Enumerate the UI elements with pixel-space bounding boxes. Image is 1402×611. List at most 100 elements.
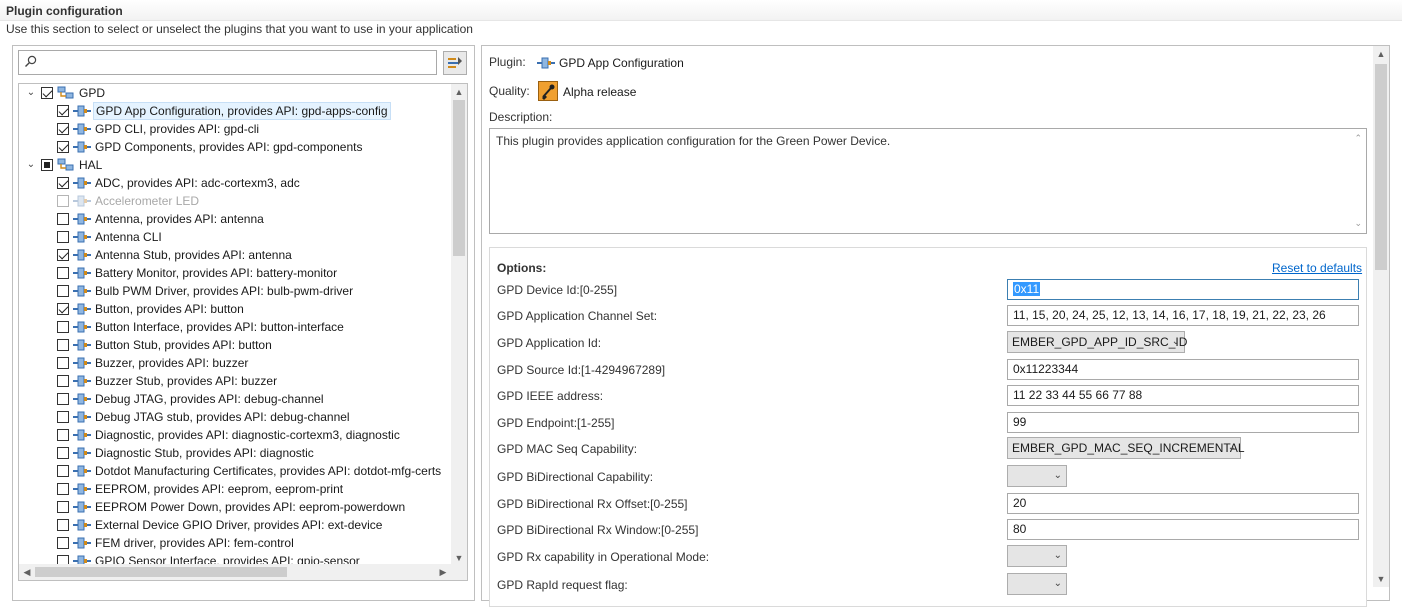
option-text-input[interactable]: 11 22 33 44 55 66 77 88: [1007, 385, 1359, 406]
scroll-thumb[interactable]: [453, 100, 465, 256]
option-label: GPD MAC Seq Capability:: [497, 442, 638, 456]
tree-group-row[interactable]: ⌄ HAL: [19, 156, 453, 174]
tree-vertical-scrollbar[interactable]: ▲ ▼: [451, 84, 467, 566]
chevron-down-icon[interactable]: ⌄: [25, 84, 37, 102]
option-text-input[interactable]: 20: [1007, 493, 1359, 514]
plugin-checkbox[interactable]: [57, 339, 69, 351]
option-text-input[interactable]: 11, 15, 20, 24, 25, 12, 13, 14, 16, 17, …: [1007, 305, 1359, 326]
plugin-icon: [73, 141, 91, 153]
tree-row[interactable]: GPD App Configuration, provides API: gpd…: [19, 102, 453, 120]
plugin-search-input[interactable]: [18, 50, 437, 75]
tree-row-label: EEPROM, provides API: eeprom, eeprom-pri…: [95, 482, 344, 496]
tree-group-row[interactable]: ⌄ GPD: [19, 84, 453, 102]
scroll-thumb[interactable]: [35, 567, 287, 577]
option-text-input[interactable]: 0x11: [1007, 279, 1359, 300]
scroll-right-icon[interactable]: ▶: [435, 564, 451, 580]
plugin-checkbox[interactable]: [57, 303, 69, 315]
option-select[interactable]: ⌄: [1007, 573, 1067, 595]
plugin-tree[interactable]: ⌄ GPD GPD App Configuration, provides API:…: [18, 83, 468, 581]
plugin-checkbox[interactable]: [57, 195, 69, 207]
reset-to-defaults-link[interactable]: Reset to defaults: [1272, 261, 1362, 275]
tree-row[interactable]: Debug JTAG stub, provides API: debug-cha…: [19, 408, 453, 426]
tree-row[interactable]: Button Interface, provides API: button-i…: [19, 318, 453, 336]
chevron-down-icon[interactable]: ⌄: [1354, 218, 1362, 229]
plugin-checkbox[interactable]: [57, 429, 69, 441]
tree-row[interactable]: Button, provides API: button: [19, 300, 453, 318]
tree-row-label: Antenna Stub, provides API: antenna: [95, 248, 292, 262]
plugin-checkbox[interactable]: [57, 213, 69, 225]
plugin-checkbox[interactable]: [57, 267, 69, 279]
chevron-down-icon: ⌄: [1227, 442, 1236, 453]
scroll-up-icon[interactable]: ▲: [1373, 46, 1389, 62]
plugin-checkbox[interactable]: [57, 447, 69, 459]
plugin-checkbox[interactable]: [57, 465, 69, 477]
plugin-checkbox[interactable]: [57, 519, 69, 531]
tree-row[interactable]: GPD Components, provides API: gpd-compon…: [19, 138, 453, 156]
tree-row[interactable]: External Device GPIO Driver, provides AP…: [19, 516, 453, 534]
tree-row[interactable]: ADC, provides API: adc-cortexm3, adc: [19, 174, 453, 192]
tree-row[interactable]: Antenna CLI: [19, 228, 453, 246]
tree-row[interactable]: Buzzer, provides API: buzzer: [19, 354, 453, 372]
tree-row[interactable]: Bulb PWM Driver, provides API: bulb-pwm-…: [19, 282, 453, 300]
option-select[interactable]: ⌄: [1007, 465, 1067, 487]
filter-button[interactable]: [443, 51, 467, 75]
tree-horizontal-scrollbar[interactable]: ◀ ▶: [19, 564, 467, 580]
plugin-checkbox[interactable]: [57, 141, 69, 153]
option-text-input[interactable]: 0x11223344: [1007, 359, 1359, 380]
tree-row[interactable]: Antenna, provides API: antenna: [19, 210, 453, 228]
scroll-thumb[interactable]: [1375, 64, 1387, 270]
option-select[interactable]: ⌄: [1007, 545, 1067, 567]
plugin-icon: [73, 465, 91, 477]
plugin-checkbox[interactable]: [57, 123, 69, 135]
tree-row[interactable]: EEPROM Power Down, provides API: eeprom-…: [19, 498, 453, 516]
plugin-checkbox[interactable]: [57, 285, 69, 297]
option-text-input[interactable]: 80: [1007, 519, 1359, 540]
option-label: GPD BiDirectional Rx Window:[0-255]: [497, 523, 699, 537]
tree-row[interactable]: Buzzer Stub, provides API: buzzer: [19, 372, 453, 390]
plugin-checkbox[interactable]: [57, 321, 69, 333]
plugin-label: Plugin:: [489, 55, 526, 69]
plugin-checkbox[interactable]: [57, 231, 69, 243]
plugin-checkbox[interactable]: [57, 483, 69, 495]
tree-row-label: Button Interface, provides API: button-i…: [95, 320, 344, 334]
plugin-checkbox[interactable]: [57, 357, 69, 369]
chevron-up-icon[interactable]: ⌃: [1354, 133, 1362, 144]
plugin-checkbox[interactable]: [57, 375, 69, 387]
tree-row[interactable]: Accelerometer LED: [19, 192, 453, 210]
chevron-down-icon[interactable]: ⌄: [25, 156, 37, 174]
tree-row[interactable]: Battery Monitor, provides API: battery-m…: [19, 264, 453, 282]
scroll-left-icon[interactable]: ◀: [19, 564, 35, 580]
tree-row[interactable]: GPD CLI, provides API: gpd-cli: [19, 120, 453, 138]
plugin-checkbox[interactable]: [57, 249, 69, 261]
plugin-checkbox[interactable]: [57, 537, 69, 549]
scroll-down-icon[interactable]: ▼: [1373, 571, 1389, 587]
option-text-input[interactable]: 99: [1007, 412, 1359, 433]
tree-row[interactable]: Debug JTAG, provides API: debug-channel: [19, 390, 453, 408]
option-select[interactable]: EMBER_GPD_MAC_SEQ_INCREMENTAL ⌄: [1007, 437, 1245, 459]
tree-row[interactable]: Button Stub, provides API: button: [19, 336, 453, 354]
description-box[interactable]: This plugin provides application configu…: [489, 128, 1367, 234]
tree-row[interactable]: FEM driver, provides API: fem-control: [19, 534, 453, 552]
option-value: 11, 15, 20, 24, 25, 12, 13, 14, 16, 17, …: [1013, 308, 1326, 322]
tree-row[interactable]: Antenna Stub, provides API: antenna: [19, 246, 453, 264]
option-select[interactable]: EMBER_GPD_APP_ID_SRC_ID ⌄: [1007, 331, 1187, 353]
chevron-down-icon: ⌄: [1171, 336, 1180, 347]
tree-row-label: Diagnostic Stub, provides API: diagnosti…: [95, 446, 314, 460]
tree-row-label: GPD App Configuration, provides API: gpd…: [93, 102, 391, 120]
plugin-checkbox[interactable]: [57, 177, 69, 189]
plugin-icon: [73, 213, 91, 225]
plugin-checkbox[interactable]: [57, 411, 69, 423]
tree-row[interactable]: Diagnostic, provides API: diagnostic-cor…: [19, 426, 453, 444]
plugin-checkbox[interactable]: [41, 87, 53, 99]
tree-row-label: GPD: [79, 86, 106, 100]
description-text: This plugin provides application configu…: [496, 134, 891, 148]
details-vertical-scrollbar[interactable]: ▲ ▼: [1373, 46, 1389, 587]
plugin-checkbox[interactable]: [41, 159, 53, 171]
plugin-checkbox[interactable]: [57, 501, 69, 513]
plugin-checkbox[interactable]: [57, 393, 69, 405]
tree-row[interactable]: EEPROM, provides API: eeprom, eeprom-pri…: [19, 480, 453, 498]
scroll-up-icon[interactable]: ▲: [451, 84, 467, 100]
plugin-checkbox[interactable]: [57, 105, 69, 117]
tree-row[interactable]: Diagnostic Stub, provides API: diagnosti…: [19, 444, 453, 462]
tree-row[interactable]: Dotdot Manufacturing Certificates, provi…: [19, 462, 453, 480]
